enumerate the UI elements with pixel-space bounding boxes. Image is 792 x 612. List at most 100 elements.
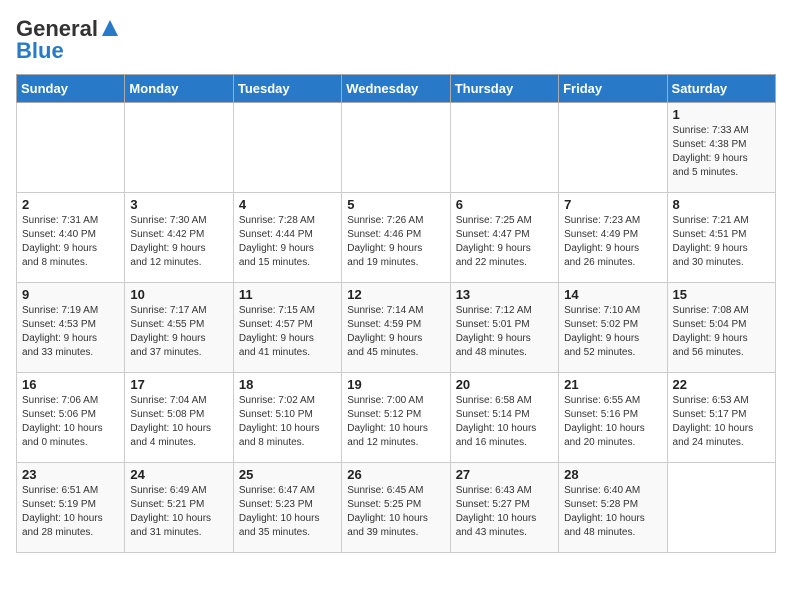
day-info: Sunrise: 6:53 AM Sunset: 5:17 PM Dayligh… bbox=[673, 394, 770, 450]
weekday-header-tuesday: Tuesday bbox=[233, 75, 341, 103]
day-number: 15 bbox=[673, 287, 770, 302]
weekday-header-monday: Monday bbox=[125, 75, 233, 103]
calendar-cell: 1 Sunrise: 7:33 AM Sunset: 4:38 PM Daylig… bbox=[667, 103, 775, 193]
day-number: 23 bbox=[22, 467, 119, 482]
day-number: 28 bbox=[564, 467, 661, 482]
calendar-cell: 22 Sunrise: 6:53 AM Sunset: 5:17 PM Dayli… bbox=[667, 373, 775, 463]
day-info: Sunrise: 7:23 AM Sunset: 4:49 PM Dayligh… bbox=[564, 214, 661, 270]
calendar-cell bbox=[17, 103, 125, 193]
calendar-week-row: 16 Sunrise: 7:06 AM Sunset: 5:06 PM Dayli… bbox=[17, 373, 776, 463]
calendar-cell: 16 Sunrise: 7:06 AM Sunset: 5:06 PM Dayli… bbox=[17, 373, 125, 463]
logo-blue: Blue bbox=[16, 38, 64, 64]
calendar-cell: 27 Sunrise: 6:43 AM Sunset: 5:27 PM Dayli… bbox=[450, 463, 558, 553]
day-info: Sunrise: 7:12 AM Sunset: 5:01 PM Dayligh… bbox=[456, 304, 553, 360]
calendar-cell: 12Sunrise: 7:14 AM Sunset: 4:59 PM Dayli… bbox=[342, 283, 450, 373]
calendar-cell: 15 Sunrise: 7:08 AM Sunset: 5:04 PM Dayli… bbox=[667, 283, 775, 373]
day-number: 25 bbox=[239, 467, 336, 482]
day-info: Sunrise: 7:33 AM Sunset: 4:38 PM Dayligh… bbox=[673, 124, 770, 180]
day-info: Sunrise: 7:10 AM Sunset: 5:02 PM Dayligh… bbox=[564, 304, 661, 360]
day-info: Sunrise: 7:21 AM Sunset: 4:51 PM Dayligh… bbox=[673, 214, 770, 270]
day-number: 14 bbox=[564, 287, 661, 302]
calendar-cell: 13Sunrise: 7:12 AM Sunset: 5:01 PM Dayli… bbox=[450, 283, 558, 373]
day-number: 19 bbox=[347, 377, 444, 392]
calendar-cell: 9 Sunrise: 7:19 AM Sunset: 4:53 PM Daylig… bbox=[17, 283, 125, 373]
day-number: 3 bbox=[130, 197, 227, 212]
calendar-cell: 6 Sunrise: 7:25 AM Sunset: 4:47 PM Daylig… bbox=[450, 193, 558, 283]
day-number: 17 bbox=[130, 377, 227, 392]
day-info: Sunrise: 7:06 AM Sunset: 5:06 PM Dayligh… bbox=[22, 394, 119, 450]
day-info: Sunrise: 7:15 AM Sunset: 4:57 PM Dayligh… bbox=[239, 304, 336, 360]
calendar-cell: 2 Sunrise: 7:31 AM Sunset: 4:40 PM Daylig… bbox=[17, 193, 125, 283]
day-info: Sunrise: 7:31 AM Sunset: 4:40 PM Dayligh… bbox=[22, 214, 119, 270]
weekday-header-row: SundayMondayTuesdayWednesdayThursdayFrid… bbox=[17, 75, 776, 103]
calendar-cell: 18Sunrise: 7:02 AM Sunset: 5:10 PM Dayli… bbox=[233, 373, 341, 463]
calendar-cell: 8 Sunrise: 7:21 AM Sunset: 4:51 PM Daylig… bbox=[667, 193, 775, 283]
day-info: Sunrise: 6:55 AM Sunset: 5:16 PM Dayligh… bbox=[564, 394, 661, 450]
weekday-header-wednesday: Wednesday bbox=[342, 75, 450, 103]
day-number: 5 bbox=[347, 197, 444, 212]
weekday-header-friday: Friday bbox=[559, 75, 667, 103]
calendar-cell bbox=[233, 103, 341, 193]
day-number: 2 bbox=[22, 197, 119, 212]
calendar-cell bbox=[559, 103, 667, 193]
calendar-cell bbox=[342, 103, 450, 193]
day-info: Sunrise: 6:51 AM Sunset: 5:19 PM Dayligh… bbox=[22, 484, 119, 540]
calendar-cell bbox=[450, 103, 558, 193]
day-info: Sunrise: 7:08 AM Sunset: 5:04 PM Dayligh… bbox=[673, 304, 770, 360]
day-info: Sunrise: 6:49 AM Sunset: 5:21 PM Dayligh… bbox=[130, 484, 227, 540]
calendar-cell: 24 Sunrise: 6:49 AM Sunset: 5:21 PM Dayli… bbox=[125, 463, 233, 553]
calendar-cell: 20 Sunrise: 6:58 AM Sunset: 5:14 PM Dayli… bbox=[450, 373, 558, 463]
calendar-cell: 5 Sunrise: 7:26 AM Sunset: 4:46 PM Daylig… bbox=[342, 193, 450, 283]
day-info: Sunrise: 7:17 AM Sunset: 4:55 PM Dayligh… bbox=[130, 304, 227, 360]
calendar-week-row: 1 Sunrise: 7:33 AM Sunset: 4:38 PM Daylig… bbox=[17, 103, 776, 193]
day-number: 7 bbox=[564, 197, 661, 212]
day-info: Sunrise: 7:28 AM Sunset: 4:44 PM Dayligh… bbox=[239, 214, 336, 270]
day-number: 24 bbox=[130, 467, 227, 482]
calendar-cell: 23 Sunrise: 6:51 AM Sunset: 5:19 PM Dayli… bbox=[17, 463, 125, 553]
day-number: 10 bbox=[130, 287, 227, 302]
day-info: Sunrise: 7:02 AM Sunset: 5:10 PM Dayligh… bbox=[239, 394, 336, 450]
calendar-cell: 28 Sunrise: 6:40 AM Sunset: 5:28 PM Dayli… bbox=[559, 463, 667, 553]
day-info: Sunrise: 7:00 AM Sunset: 5:12 PM Dayligh… bbox=[347, 394, 444, 450]
day-number: 26 bbox=[347, 467, 444, 482]
calendar-cell: 17 Sunrise: 7:04 AM Sunset: 5:08 PM Dayli… bbox=[125, 373, 233, 463]
day-number: 16 bbox=[22, 377, 119, 392]
calendar-week-row: 9 Sunrise: 7:19 AM Sunset: 4:53 PM Daylig… bbox=[17, 283, 776, 373]
day-number: 9 bbox=[22, 287, 119, 302]
day-number: 8 bbox=[673, 197, 770, 212]
calendar-cell: 11Sunrise: 7:15 AM Sunset: 4:57 PM Dayli… bbox=[233, 283, 341, 373]
day-info: Sunrise: 7:19 AM Sunset: 4:53 PM Dayligh… bbox=[22, 304, 119, 360]
day-number: 1 bbox=[673, 107, 770, 122]
day-number: 20 bbox=[456, 377, 553, 392]
weekday-header-saturday: Saturday bbox=[667, 75, 775, 103]
day-info: Sunrise: 6:47 AM Sunset: 5:23 PM Dayligh… bbox=[239, 484, 336, 540]
calendar-cell: 10 Sunrise: 7:17 AM Sunset: 4:55 PM Dayli… bbox=[125, 283, 233, 373]
day-number: 6 bbox=[456, 197, 553, 212]
calendar-cell: 19 Sunrise: 7:00 AM Sunset: 5:12 PM Dayli… bbox=[342, 373, 450, 463]
calendar-week-row: 2 Sunrise: 7:31 AM Sunset: 4:40 PM Daylig… bbox=[17, 193, 776, 283]
day-info: Sunrise: 6:45 AM Sunset: 5:25 PM Dayligh… bbox=[347, 484, 444, 540]
calendar-cell bbox=[667, 463, 775, 553]
weekday-header-sunday: Sunday bbox=[17, 75, 125, 103]
calendar-cell: 4 Sunrise: 7:28 AM Sunset: 4:44 PM Daylig… bbox=[233, 193, 341, 283]
day-info: Sunrise: 7:04 AM Sunset: 5:08 PM Dayligh… bbox=[130, 394, 227, 450]
page-header: General Blue bbox=[16, 16, 776, 64]
day-info: Sunrise: 6:43 AM Sunset: 5:27 PM Dayligh… bbox=[456, 484, 553, 540]
day-info: Sunrise: 7:25 AM Sunset: 4:47 PM Dayligh… bbox=[456, 214, 553, 270]
day-number: 27 bbox=[456, 467, 553, 482]
day-info: Sunrise: 7:26 AM Sunset: 4:46 PM Dayligh… bbox=[347, 214, 444, 270]
day-number: 12 bbox=[347, 287, 444, 302]
calendar-cell: 25 Sunrise: 6:47 AM Sunset: 5:23 PM Dayli… bbox=[233, 463, 341, 553]
calendar-cell: 3Sunrise: 7:30 AM Sunset: 4:42 PM Daylig… bbox=[125, 193, 233, 283]
calendar-cell: 21 Sunrise: 6:55 AM Sunset: 5:16 PM Dayli… bbox=[559, 373, 667, 463]
day-number: 21 bbox=[564, 377, 661, 392]
calendar-cell: 14 Sunrise: 7:10 AM Sunset: 5:02 PM Dayli… bbox=[559, 283, 667, 373]
weekday-header-thursday: Thursday bbox=[450, 75, 558, 103]
day-info: Sunrise: 6:40 AM Sunset: 5:28 PM Dayligh… bbox=[564, 484, 661, 540]
calendar-cell: 26 Sunrise: 6:45 AM Sunset: 5:25 PM Dayli… bbox=[342, 463, 450, 553]
logo: General Blue bbox=[16, 16, 120, 64]
day-info: Sunrise: 6:58 AM Sunset: 5:14 PM Dayligh… bbox=[456, 394, 553, 450]
calendar-table: SundayMondayTuesdayWednesdayThursdayFrid… bbox=[16, 74, 776, 553]
day-number: 22 bbox=[673, 377, 770, 392]
day-number: 4 bbox=[239, 197, 336, 212]
